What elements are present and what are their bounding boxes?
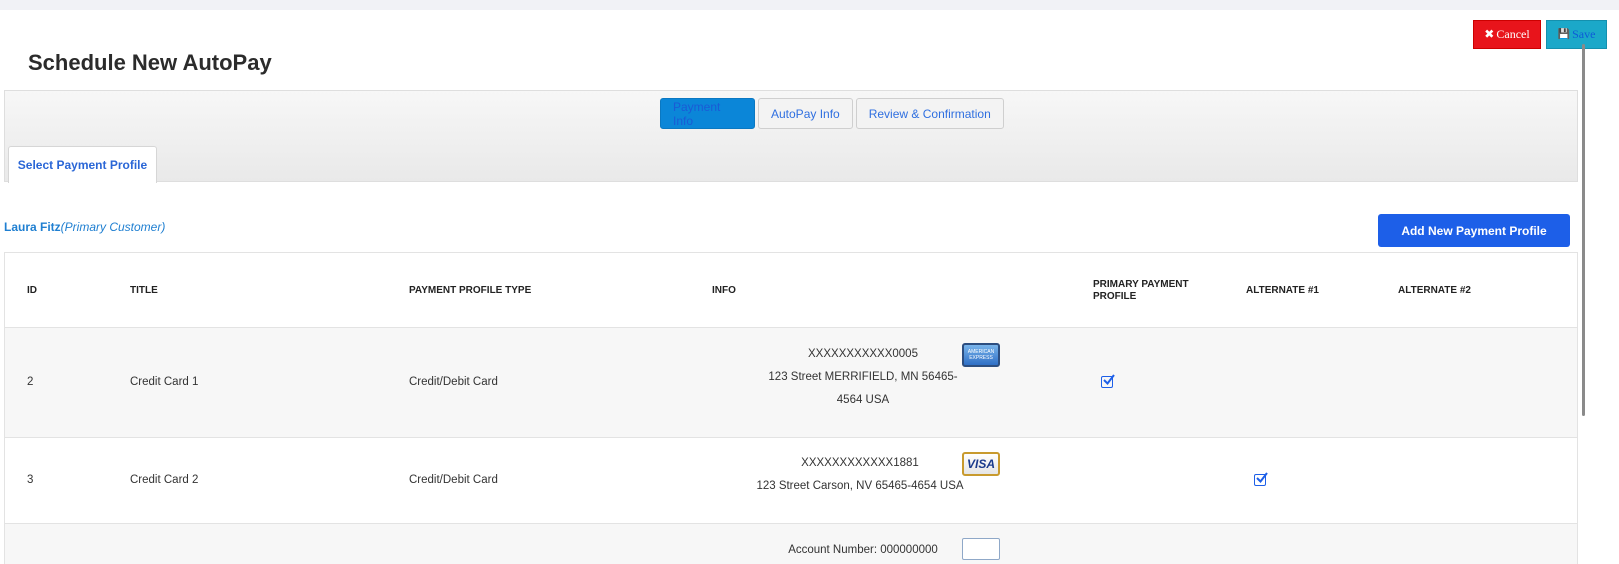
cell-info: XXXXXXXXXXX0005 123 Street MERRIFIELD, M… [765,343,961,412]
wizard-header: Payment Info AutoPay Info Review & Confi… [4,90,1578,183]
cell-id: 3 [27,474,34,486]
info-account-number: Account Number: 000000000 [788,544,938,556]
header-title: TITLE [130,285,158,296]
cell-info: Account Number: 000000000 [765,539,961,562]
cell-title: Credit Card 2 [130,474,199,486]
cell-id: 2 [27,376,34,388]
save-button[interactable]: 💾 Save [1546,20,1607,49]
header-alternate-2: ALTERNATE #2 [1398,285,1471,296]
save-icon: 💾 [1557,29,1571,40]
info-address: 123 Street MERRIFIELD, MN 56465- [768,371,958,383]
cell-info: XXXXXXXXXXXX1881 123 Street Carson, NV 6… [755,452,965,498]
wizard-steps: Payment Info AutoPay Info Review & Confi… [660,98,1004,129]
amex-card-icon: AMERICAN EXPRESS [962,343,1000,367]
step-autopay-info[interactable]: AutoPay Info [758,98,853,129]
header-id: ID [27,285,37,296]
table-row[interactable]: Account Number: 000000000 [5,524,1577,564]
scrollbar[interactable] [1582,44,1585,416]
checkbox-checked-icon[interactable] [1254,472,1268,486]
info-address-cont: 4564 USA [836,394,890,406]
header-info: INFO [712,285,736,296]
visa-card-icon: VISA [962,452,1000,476]
customer-label: Laura Fitz(Primary Customer) [4,220,165,234]
add-payment-profile-button[interactable]: Add New Payment Profile [1378,214,1570,247]
table-row[interactable]: 3 Credit Card 2 Credit/Debit Card XXXXXX… [5,438,1577,524]
tab-select-payment-profile[interactable]: Select Payment Profile [8,146,157,183]
cell-type: Credit/Debit Card [409,474,498,486]
top-strip [0,0,1619,10]
header-primary-payment-profile: PRIMARY PAYMENT PROFILE [1093,279,1189,302]
cell-type: Credit/Debit Card [409,376,498,388]
header-actions: ✖ Cancel 💾 Save [1473,20,1607,49]
customer-role: (Primary Customer) [60,220,166,234]
cancel-button[interactable]: ✖ Cancel [1473,20,1541,49]
close-icon: ✖ [1484,27,1495,41]
step-payment-info[interactable]: Payment Info [660,98,755,129]
info-card-number: XXXXXXXXXXX0005 [808,348,918,360]
page-title: Schedule New AutoPay [28,50,272,75]
cell-title: Credit Card 1 [130,376,199,388]
info-address: 123 Street Carson, NV 65465-4654 USA [756,480,964,492]
checkbox-checked-icon[interactable] [1101,374,1115,388]
payment-profiles-table: ID TITLE PAYMENT PROFILE TYPE INFO PRIMA… [4,252,1578,564]
step-review-confirmation[interactable]: Review & Confirmation [855,98,1004,129]
table-header: ID TITLE PAYMENT PROFILE TYPE INFO PRIMA… [5,253,1577,328]
save-label: Save [1572,27,1596,41]
info-card-number: XXXXXXXXXXXX1881 [801,457,919,469]
header-payment-profile-type: PAYMENT PROFILE TYPE [409,285,532,296]
bank-check-icon [962,538,1000,560]
table-row[interactable]: 2 Credit Card 1 Credit/Debit Card XXXXXX… [5,328,1577,438]
cancel-label: Cancel [1496,27,1530,41]
header-alternate-1: ALTERNATE #1 [1246,285,1319,296]
customer-name[interactable]: Laura Fitz [4,220,61,234]
